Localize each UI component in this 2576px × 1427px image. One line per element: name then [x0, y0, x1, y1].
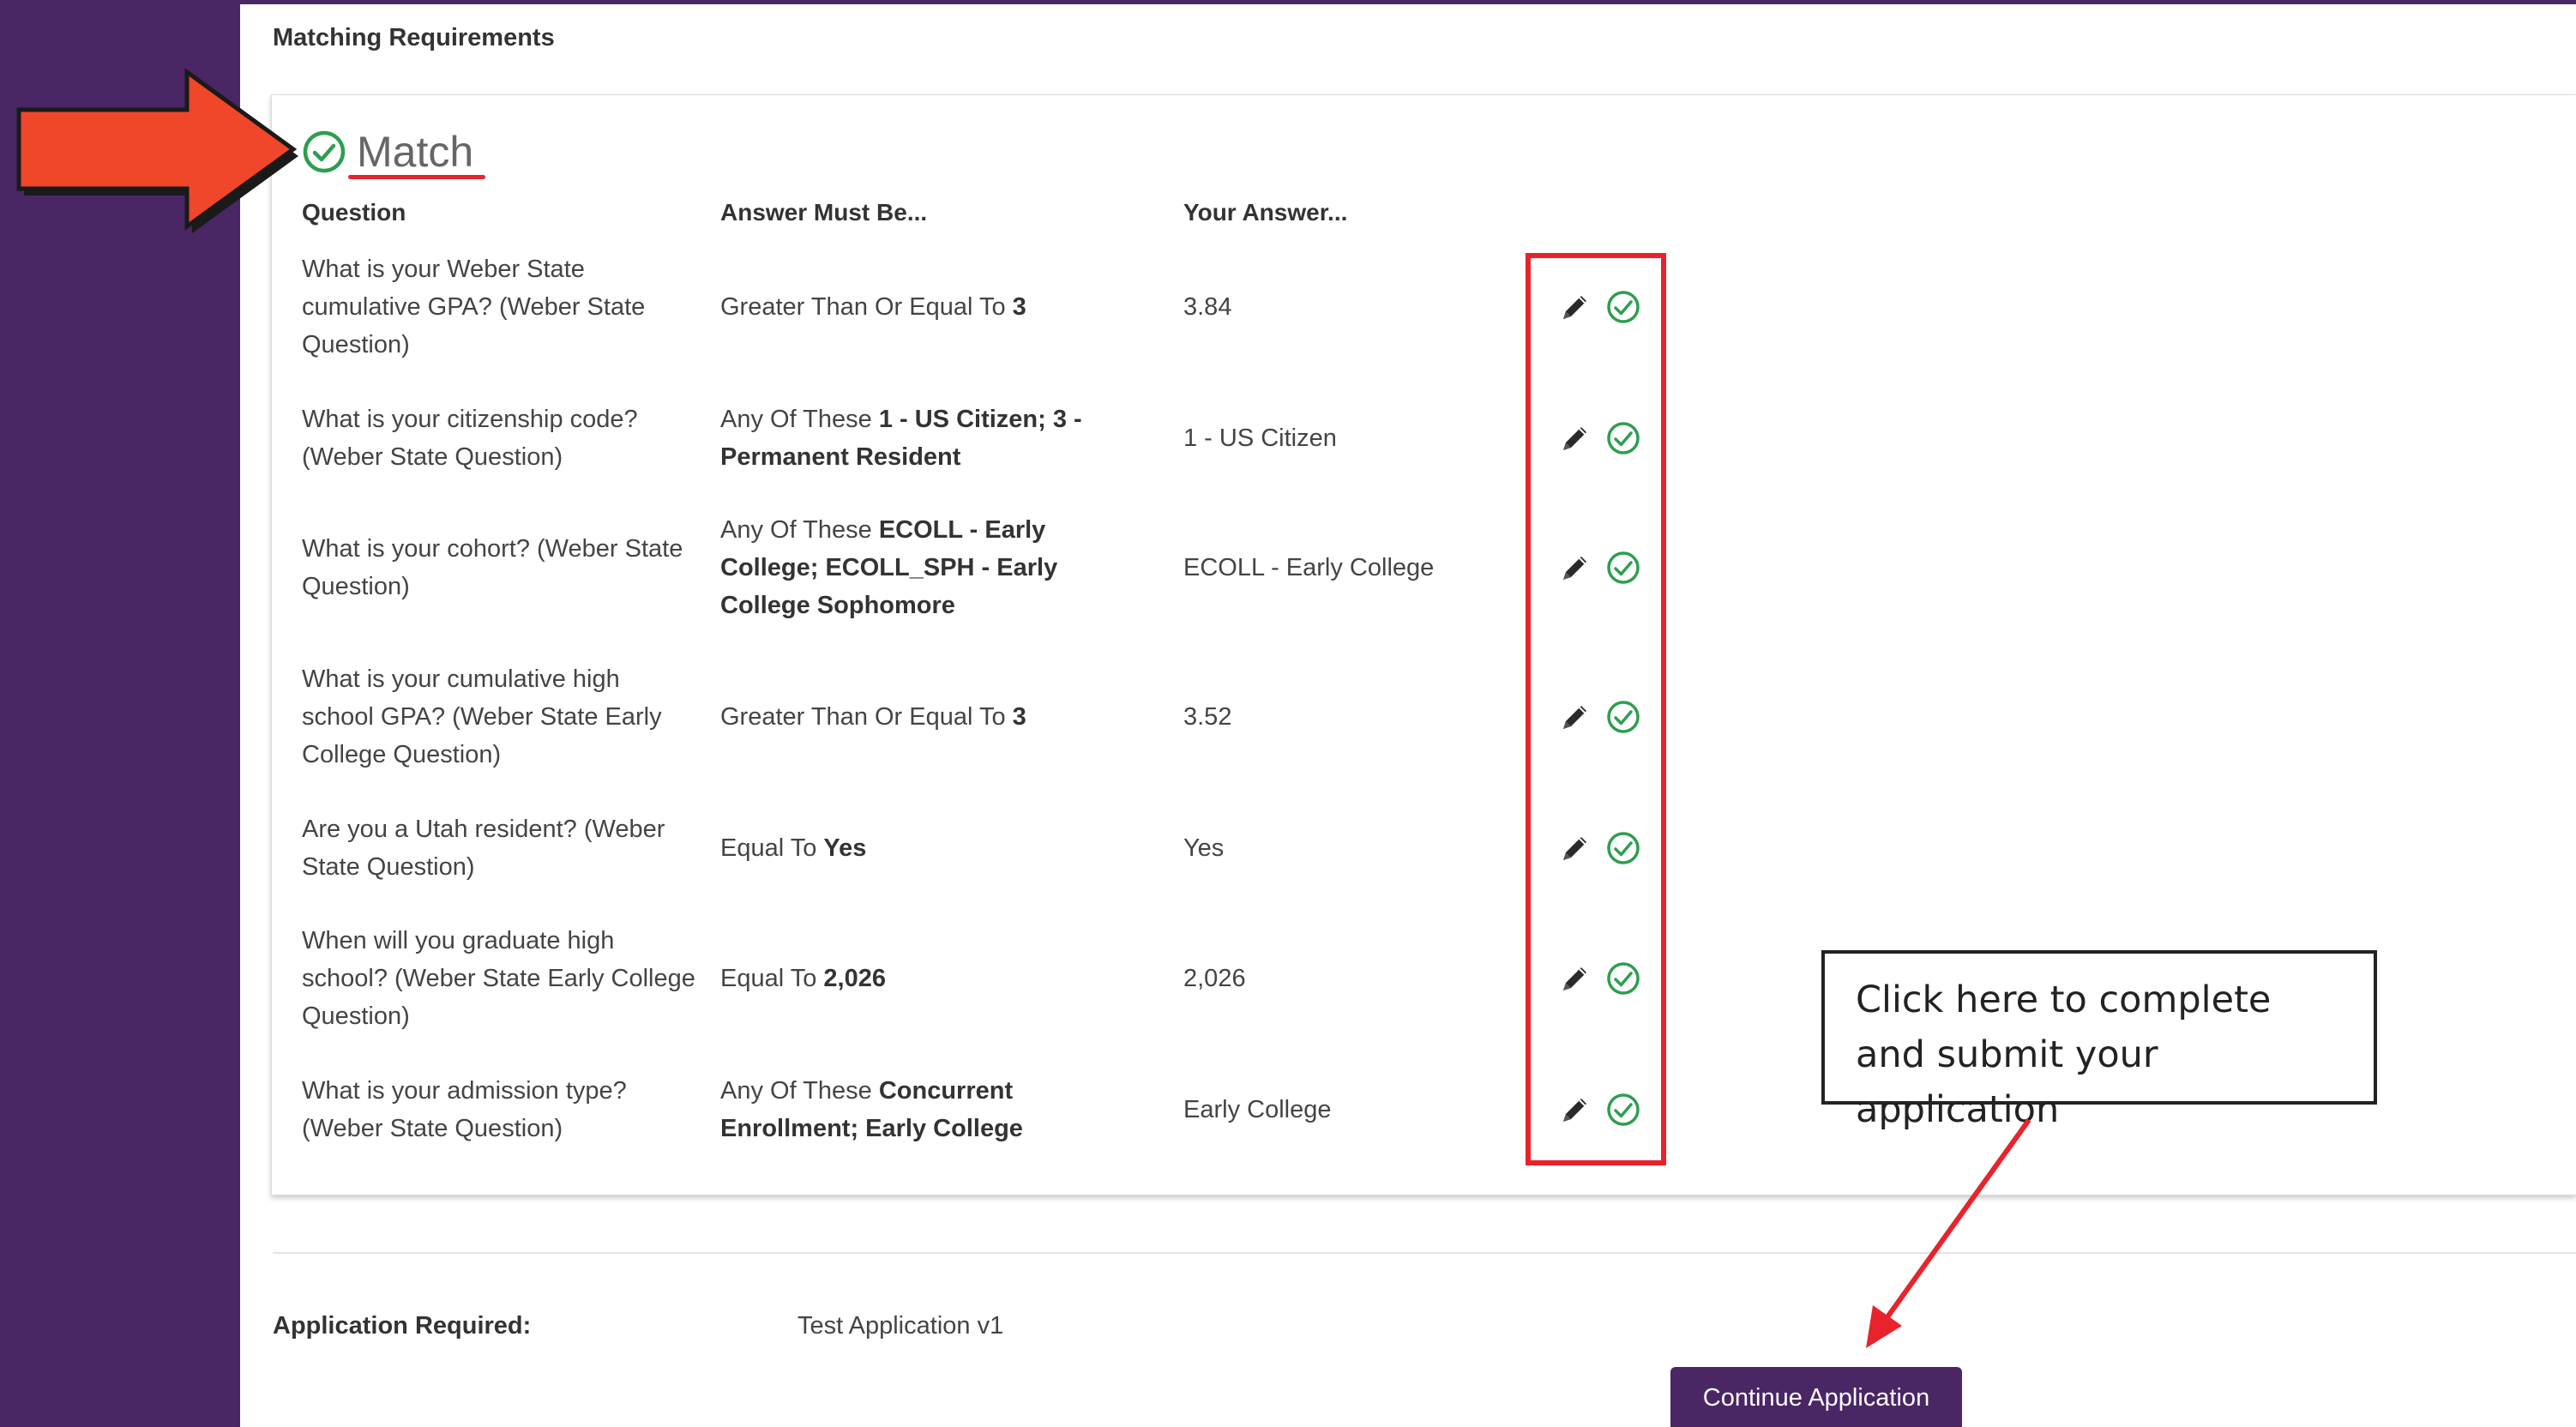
row-1-answer: 3.84 — [1183, 293, 1232, 321]
highlight-box-annotation — [1526, 253, 1666, 1165]
sidebar — [0, 0, 240, 1427]
row-4-rule: Greater Than Or Equal To 3 — [720, 703, 1026, 731]
application-required-label: Application Required: — [273, 1312, 532, 1340]
section-title: Matching Requirements — [273, 24, 555, 51]
row-2-question: What is your citizenship code? (Weber St… — [302, 406, 638, 471]
application-name: Test Application v1 — [797, 1312, 1004, 1340]
callout-annotation: Click here to complete and submit your a… — [1821, 950, 2377, 1131]
match-heading: Match — [302, 122, 473, 182]
row-4-answer: 3.52 — [1183, 703, 1232, 731]
top-border — [240, 0, 2576, 4]
continue-application-button[interactable]: Continue Application — [1670, 1367, 1962, 1427]
match-status-label: Match — [357, 128, 474, 176]
match-underline-annotation — [348, 175, 485, 179]
row-7-answer: Early College — [1183, 1096, 1332, 1123]
column-header-question: Question — [302, 199, 406, 226]
row-6-question: When will you graduate high school? (Web… — [302, 927, 695, 1030]
row-5-answer: Yes — [1183, 834, 1225, 862]
column-header-answer-must-be: Answer Must Be... — [720, 199, 928, 226]
row-6-rule: Equal To 2,026 — [720, 965, 886, 992]
row-3-answer: ECOLL - Early College — [1183, 554, 1435, 581]
section-divider — [273, 1252, 2576, 1254]
check-circle-icon — [303, 130, 346, 173]
row-2-rule: Any Of These 1 - US Citizen; 3 - Permane… — [720, 406, 1082, 471]
row-6-answer: 2,026 — [1183, 965, 1246, 992]
row-2-answer: 1 - US Citizen — [1183, 424, 1337, 452]
row-4-question: What is your cumulative high school GPA?… — [302, 665, 662, 768]
row-7-question: What is your admission type? (Weber Stat… — [302, 1077, 627, 1142]
row-3-rule: Any Of These ECOLL - Early College; ECOL… — [720, 516, 1058, 619]
column-header-your-answer: Your Answer... — [1183, 199, 1348, 226]
row-7-rule: Any Of These Concurrent Enrollment; Earl… — [720, 1077, 1023, 1142]
row-1-rule: Greater Than Or Equal To 3 — [720, 293, 1026, 321]
row-1-question: What is your Weber State cumulative GPA?… — [302, 256, 646, 358]
row-5-question: Are you a Utah resident? (Weber State Qu… — [302, 816, 665, 881]
row-5-rule: Equal To Yes — [720, 834, 867, 862]
row-3-question: What is your cohort? (Weber State Questi… — [302, 535, 683, 600]
